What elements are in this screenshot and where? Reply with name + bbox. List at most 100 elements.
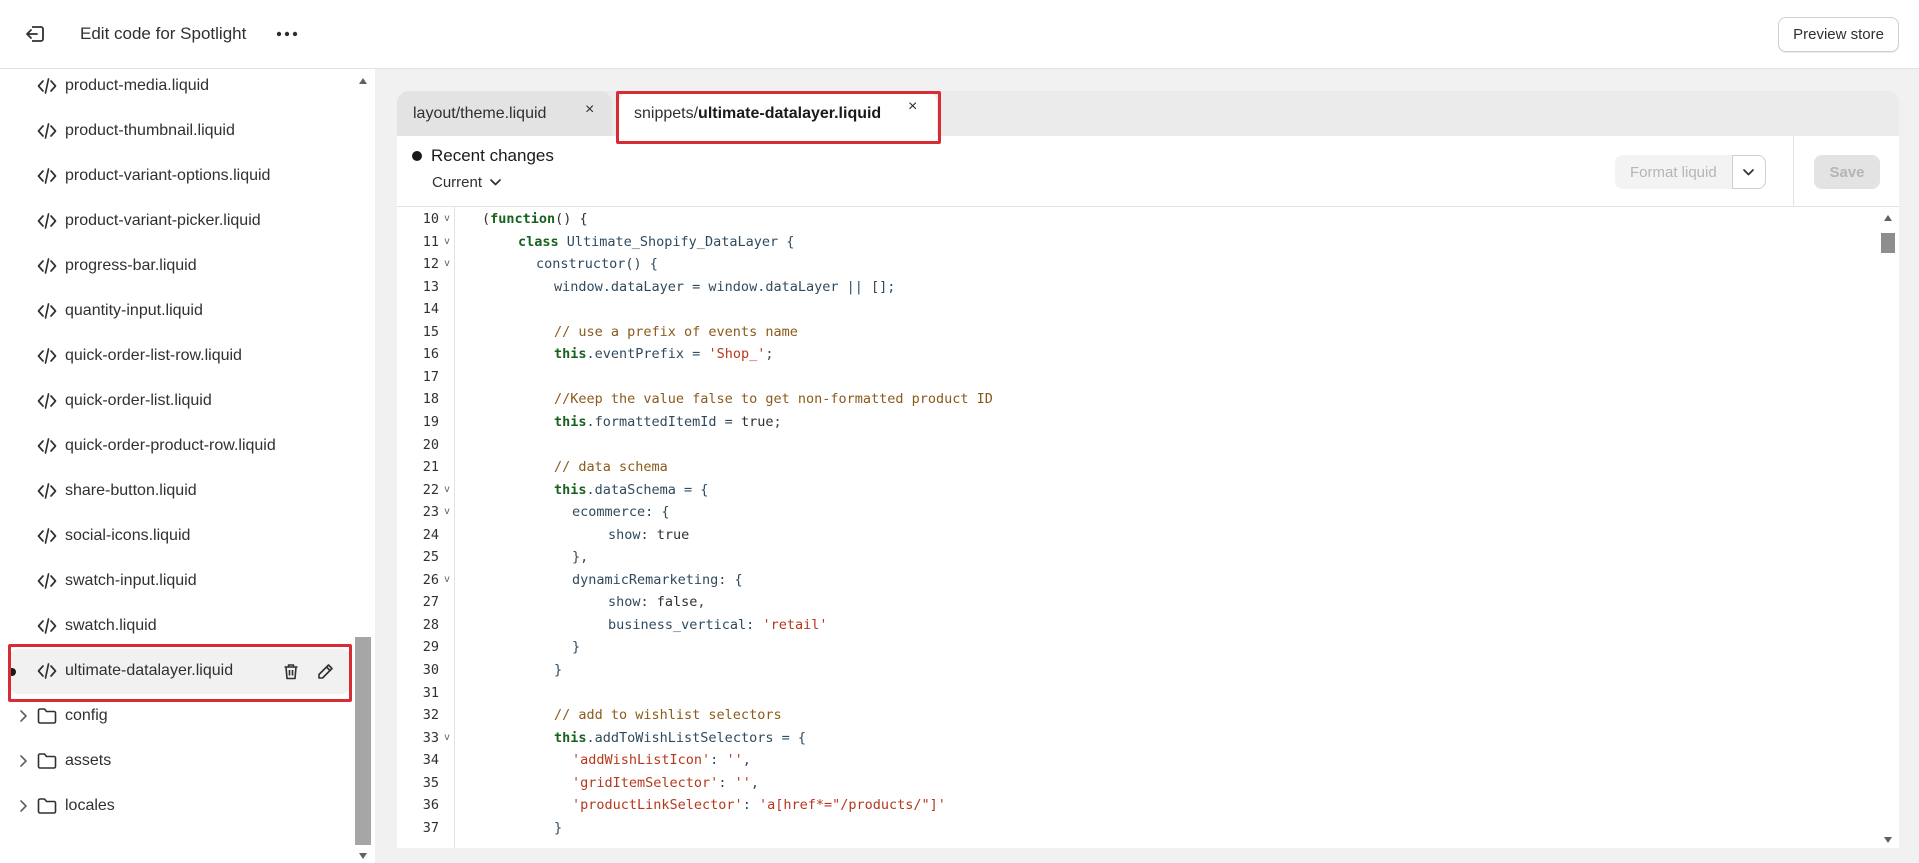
sidebar-file-label: product-thumbnail.liquid <box>65 122 235 139</box>
sidebar-file-item[interactable]: social-icons.liquid <box>0 514 355 559</box>
code-token: } <box>554 662 563 678</box>
tab-ultimate-datalayer[interactable]: snippets/ultimate-datalayer.liquid × <box>619 91 937 136</box>
format-liquid-button[interactable]: Format liquid <box>1615 155 1732 189</box>
line-number: 29 <box>422 639 439 656</box>
code-line: 20 <box>397 435 1877 458</box>
sidebar-file-item[interactable]: quantity-input.liquid <box>0 289 355 334</box>
code-token: ; <box>765 346 774 363</box>
code-token: 'gridItemSelector' <box>572 774 719 791</box>
code-text: 'addWishListIcon': '', <box>572 752 751 768</box>
format-options-button[interactable] <box>1731 155 1766 189</box>
chevron-down-icon <box>1743 168 1755 175</box>
code-token: true <box>740 413 774 430</box>
code-token: .eventPrefix = <box>586 346 709 363</box>
sidebar-file-item[interactable]: quick-order-product-row.liquid <box>0 424 355 469</box>
close-tab-icon[interactable]: × <box>585 101 594 119</box>
code-token: false <box>656 594 698 611</box>
sidebar-folder-config[interactable]: config <box>0 694 355 739</box>
fold-chevron-icon[interactable]: v <box>444 213 450 224</box>
code-text: // use a prefix of events name <box>554 324 798 340</box>
sidebar-file-label: swatch-input.liquid <box>65 572 197 589</box>
line-number: 21 <box>422 459 439 476</box>
rename-file-button[interactable] <box>314 660 336 682</box>
code-text: show: false, <box>608 594 706 610</box>
code-editor-panel: Recent changes Current Format liquid Sav… <box>397 136 1899 848</box>
scroll-down-arrow-icon[interactable] <box>1883 836 1893 844</box>
delete-file-button[interactable] <box>280 660 302 682</box>
sidebar-file-ultimate-datalayer[interactable]: ultimate-datalayer.liquid <box>8 649 350 694</box>
code-token: show: <box>608 594 657 611</box>
sidebar-file-item[interactable]: quick-order-list.liquid <box>0 379 355 424</box>
code-token: : <box>718 774 735 791</box>
code-text: this.addToWishListSelectors = { <box>554 730 806 746</box>
close-tab-icon[interactable]: × <box>908 98 917 116</box>
exit-button[interactable] <box>22 22 48 46</box>
fold-chevron-icon[interactable]: v <box>444 258 450 269</box>
code-file-icon <box>37 348 57 364</box>
line-number: 20 <box>422 436 439 453</box>
line-number: 32 <box>422 707 439 724</box>
sidebar-file-label: progress-bar.liquid <box>65 257 197 274</box>
sidebar-file-item[interactable]: product-variant-options.liquid <box>0 154 355 199</box>
code-line: 35 'gridItemSelector': '', <box>397 773 1877 796</box>
file-sidebar: product-media.liquid product-thumbnail.li… <box>0 69 375 863</box>
code-text: this.dataSchema = { <box>554 482 708 498</box>
code-token: ecommerce: { <box>572 504 670 521</box>
sidebar-file-label: swatch.liquid <box>65 617 157 634</box>
version-select[interactable]: Current <box>432 174 501 191</box>
fold-chevron-icon[interactable]: v <box>444 506 450 517</box>
sidebar-scrollbar-thumb[interactable] <box>355 637 371 845</box>
sidebar-file-item[interactable]: swatch-input.liquid <box>0 559 355 604</box>
chevron-right-icon <box>20 755 27 767</box>
scroll-up-arrow-icon[interactable] <box>358 77 368 85</box>
line-number: 16 <box>422 346 439 363</box>
code-line: 29} <box>397 637 1877 660</box>
exit-icon <box>26 26 44 42</box>
sidebar-folder-assets[interactable]: assets <box>0 739 355 784</box>
tab-label: layout/theme.liquid <box>413 104 547 122</box>
more-actions-button[interactable] <box>274 22 300 46</box>
line-number: 26 <box>422 571 439 588</box>
sidebar-file-label: quick-order-list-row.liquid <box>65 347 242 364</box>
code-line: 15 // use a prefix of events name <box>397 322 1877 345</box>
code-token: function <box>490 211 556 227</box>
sidebar-file-item[interactable]: share-button.liquid <box>0 469 355 514</box>
fold-chevron-icon[interactable]: v <box>444 484 450 495</box>
fold-chevron-icon[interactable]: v <box>444 236 450 247</box>
tab-theme-liquid[interactable]: layout/theme.liquid × <box>397 91 612 136</box>
code-token: this <box>554 481 587 498</box>
code-line: 27 show: false, <box>397 592 1877 615</box>
code-text: }, <box>572 549 588 565</box>
line-number: 33 <box>422 729 439 746</box>
code-token: , <box>750 774 759 791</box>
editor-scrollbar-thumb[interactable] <box>1881 233 1895 253</box>
sidebar-file-item[interactable]: swatch.liquid <box>0 604 355 649</box>
code-line: 17 <box>397 367 1877 390</box>
sidebar-file-item[interactable]: product-media.liquid <box>0 69 355 109</box>
sidebar-folder-label: config <box>65 707 108 724</box>
sidebar-file-item[interactable]: progress-bar.liquid <box>0 244 355 289</box>
code-token: '' <box>726 752 743 769</box>
code-text: this.eventPrefix = 'Shop_'; <box>554 346 773 362</box>
sidebar-folder-locales[interactable]: locales <box>0 784 355 829</box>
sidebar-file-item[interactable]: product-variant-picker.liquid <box>0 199 355 244</box>
line-number: 18 <box>422 391 439 408</box>
code-text: //Keep the value false to get non-format… <box>554 391 993 407</box>
preview-store-button[interactable]: Preview store <box>1778 17 1899 52</box>
code-line: 16 this.eventPrefix = 'Shop_'; <box>397 344 1877 367</box>
scroll-up-arrow-icon[interactable] <box>1883 214 1893 222</box>
code-file-icon <box>37 528 57 544</box>
scroll-down-arrow-icon[interactable] <box>358 852 368 860</box>
more-horizontal-icon <box>276 31 298 37</box>
code-token: // data schema <box>554 459 668 476</box>
line-number: 11 <box>422 233 439 250</box>
fold-chevron-icon[interactable]: v <box>444 732 450 743</box>
code-area[interactable]: 10 v (function() {11 v class Ultimate_Shopif… <box>397 207 1899 848</box>
sidebar-file-item[interactable]: quick-order-list-row.liquid <box>0 334 355 379</box>
code-text: } <box>554 820 562 836</box>
code-line: 26 v dynamicRemarketing: { <box>397 570 1877 593</box>
fold-chevron-icon[interactable]: v <box>444 574 450 585</box>
sidebar-file-item[interactable]: product-thumbnail.liquid <box>0 109 355 154</box>
save-button[interactable]: Save <box>1814 155 1880 189</box>
sidebar-file-label: quick-order-product-row.liquid <box>65 437 276 454</box>
